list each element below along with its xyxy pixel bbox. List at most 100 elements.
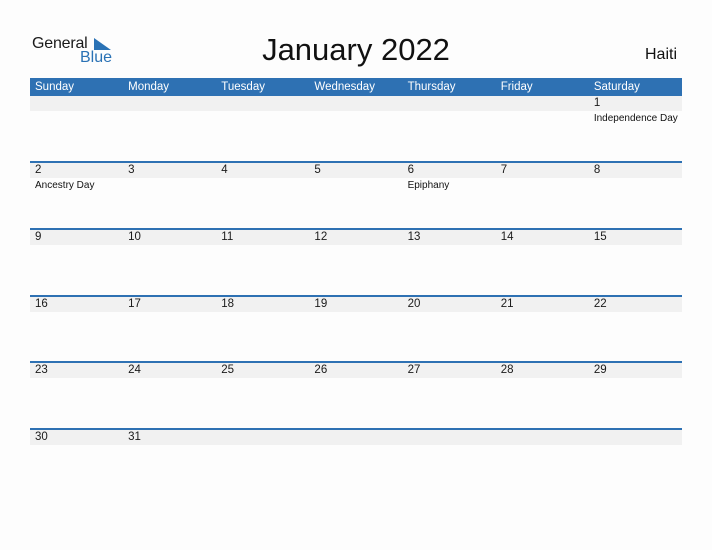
day-cell	[309, 96, 403, 160]
weekday-wednesday: Wednesday	[314, 81, 375, 93]
day-number	[495, 96, 589, 111]
day-cell	[495, 430, 589, 494]
calendar-title: January 2022	[262, 32, 450, 67]
holiday-label: Epiphany	[407, 180, 450, 191]
day-number: 1	[588, 96, 682, 111]
weekday-sunday: Sunday	[35, 81, 75, 93]
day-number: 6	[402, 163, 496, 178]
day-number: 25	[216, 363, 310, 378]
day-number	[495, 430, 589, 445]
day-cell: 31	[123, 430, 217, 494]
day-cell: 2 Ancestry Day	[30, 163, 124, 227]
day-cell: 19	[309, 297, 403, 361]
day-number: 24	[123, 363, 217, 378]
day-number	[402, 430, 496, 445]
day-number: 29	[588, 363, 682, 378]
day-number: 4	[216, 163, 310, 178]
day-cell	[495, 96, 589, 160]
day-cell: 13	[402, 230, 496, 294]
day-number: 31	[123, 430, 217, 445]
day-cell: 11	[216, 230, 310, 294]
day-cell	[30, 96, 124, 160]
day-number	[30, 96, 124, 111]
day-number: 17	[123, 297, 217, 312]
week-row: 9 10 11 12 13 14 15	[30, 228, 682, 294]
weekday-monday: Monday	[128, 81, 170, 93]
day-number	[216, 430, 310, 445]
week-row: 30 31	[30, 428, 682, 494]
day-number	[216, 96, 310, 111]
day-cell: 27	[402, 363, 496, 427]
day-cell: 20	[402, 297, 496, 361]
day-cell: 26	[309, 363, 403, 427]
day-cell	[216, 96, 310, 160]
day-number: 19	[309, 297, 403, 312]
holiday-label: Independence Day	[593, 113, 678, 124]
weekday-tuesday: Tuesday	[221, 81, 265, 93]
day-cell: 4	[216, 163, 310, 227]
day-cell: 22	[588, 297, 682, 361]
day-cell: 23	[30, 363, 124, 427]
day-cell: 24	[123, 363, 217, 427]
weekday-saturday: Saturday	[593, 81, 640, 93]
day-cell: 10	[123, 230, 217, 294]
day-cell: 17	[123, 297, 217, 361]
day-number: 5	[309, 163, 403, 178]
day-cell: 18	[216, 297, 310, 361]
day-number	[309, 430, 403, 445]
day-number: 28	[495, 363, 589, 378]
day-cell: 6 Epiphany	[402, 163, 496, 227]
week-row: 16 17 18 19 20 21 22	[30, 295, 682, 361]
week-row: 1 Independence Day	[30, 96, 682, 160]
day-cell: 1 Independence Day	[588, 96, 682, 160]
day-number	[402, 96, 496, 111]
country-label: Haiti	[644, 46, 677, 63]
day-cell: 3	[123, 163, 217, 227]
day-number: 22	[588, 297, 682, 312]
holiday-label: Ancestry Day	[35, 180, 95, 191]
day-cell: 9	[30, 230, 124, 294]
day-cell	[309, 430, 403, 494]
day-cell: 12	[309, 230, 403, 294]
day-number: 7	[495, 163, 589, 178]
day-number	[588, 430, 682, 445]
day-cell: 28	[495, 363, 589, 427]
weekday-friday: Friday	[500, 81, 533, 93]
day-number: 15	[588, 230, 682, 245]
day-cell: 8	[588, 163, 682, 227]
day-number	[309, 96, 403, 111]
day-cell	[123, 96, 217, 160]
day-number: 18	[216, 297, 310, 312]
day-number: 8	[588, 163, 682, 178]
day-number: 27	[402, 363, 496, 378]
day-cell	[216, 430, 310, 494]
week-row: 2 Ancestry Day 3 4 5 6 Epiphany 7 8	[30, 161, 682, 227]
weekday-thursday: Thursday	[407, 81, 456, 93]
day-cell: 21	[495, 297, 589, 361]
day-number: 23	[30, 363, 124, 378]
day-number: 9	[30, 230, 124, 245]
day-number: 14	[495, 230, 589, 245]
day-cell	[402, 96, 496, 160]
day-number: 12	[309, 230, 403, 245]
day-number: 26	[309, 363, 403, 378]
day-cell	[588, 430, 682, 494]
day-cell: 7	[495, 163, 589, 227]
day-cell: 30	[30, 430, 124, 494]
day-number	[123, 96, 217, 111]
day-number: 11	[216, 230, 310, 245]
day-number: 3	[123, 163, 217, 178]
day-number: 21	[495, 297, 589, 312]
weekday-header: Sunday Monday Tuesday Wednesday Thursday…	[30, 78, 682, 96]
day-cell: 25	[216, 363, 310, 427]
week-row: 23 24 25 26 27 28 29	[30, 361, 682, 427]
day-cell: 14	[495, 230, 589, 294]
day-cell: 5	[309, 163, 403, 227]
day-cell: 29	[588, 363, 682, 427]
day-number: 16	[30, 297, 124, 312]
day-cell: 16	[30, 297, 124, 361]
day-number: 20	[402, 297, 496, 312]
day-number: 2	[30, 163, 124, 178]
day-cell	[402, 430, 496, 494]
day-number: 10	[123, 230, 217, 245]
